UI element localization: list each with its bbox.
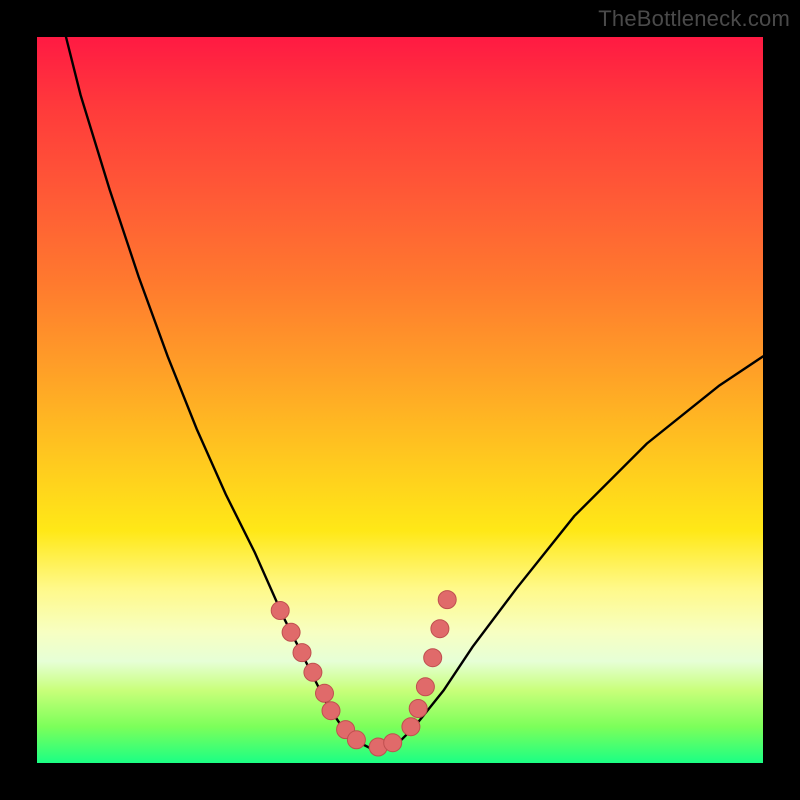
marker-dot (271, 602, 289, 620)
marker-dot (316, 684, 334, 702)
marker-dot (416, 678, 434, 696)
marker-dot (424, 649, 442, 667)
marker-dot (322, 702, 340, 720)
marker-dot (293, 644, 311, 662)
highlight-markers (271, 591, 456, 756)
plot-area (37, 37, 763, 763)
marker-dot (409, 700, 427, 718)
marker-dot (431, 620, 449, 638)
curve-layer (37, 37, 763, 763)
watermark-text: TheBottleneck.com (598, 6, 790, 32)
marker-dot (304, 663, 322, 681)
chart-frame: TheBottleneck.com (0, 0, 800, 800)
marker-dot (402, 718, 420, 736)
marker-dot (384, 734, 402, 752)
marker-dot (438, 591, 456, 609)
marker-dot (347, 731, 365, 749)
marker-dot (282, 623, 300, 641)
v-curve-line (66, 37, 763, 749)
